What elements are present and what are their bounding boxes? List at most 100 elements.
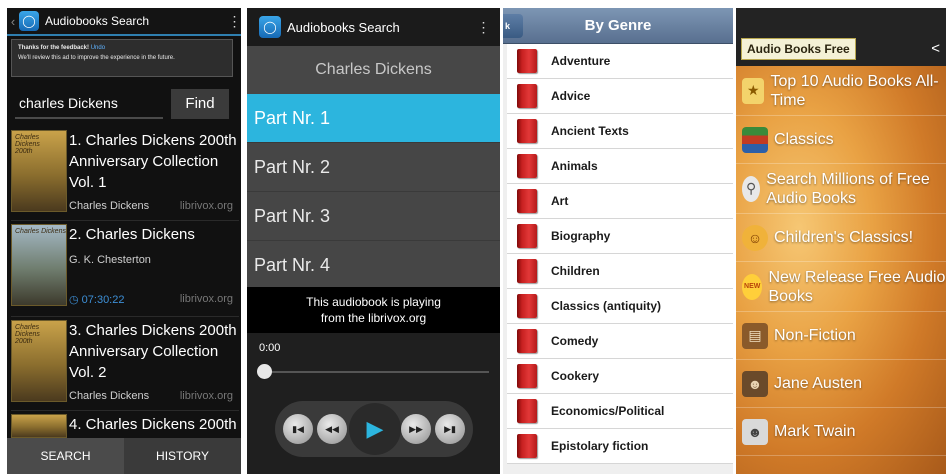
genre-label: Classics (antiquity) [551, 299, 662, 313]
result-title: 1. Charles Dickens 200th Anniversary Col… [69, 132, 237, 191]
menu-item-childrens[interactable]: ☺ Children's Classics! [736, 214, 946, 262]
play-icon[interactable]: ▶ [349, 403, 401, 455]
tab-history[interactable]: HISTORY [124, 438, 241, 474]
back-chevron-icon[interactable]: ‹ [7, 14, 19, 29]
genre-item[interactable]: Cookery [507, 359, 733, 394]
menu-item-mark-twain[interactable]: ☻ Mark Twain [736, 408, 946, 456]
genre-label: Biography [551, 229, 611, 243]
genre-item[interactable]: Children [507, 254, 733, 289]
headphones-app-icon: ◯ [259, 16, 281, 38]
find-button[interactable]: Find [171, 89, 229, 119]
book-cover-thumbnail: Charles Dickens [11, 224, 67, 306]
genre-item[interactable]: Art [507, 184, 733, 219]
list-divider [11, 220, 239, 221]
book-cover-thumbnail: Charles Dickens 200th [11, 320, 67, 402]
action-bar: ◯ Audiobooks Search ⋮ [247, 8, 500, 46]
book-cover-thumbnail [11, 414, 67, 438]
menu-list: ★ Top 10 Audio Books All-Time Classics ⚲… [736, 66, 946, 474]
book-icon [517, 329, 537, 353]
genre-item[interactable]: Animals [507, 149, 733, 184]
search-row: charles Dickens Find [7, 89, 241, 119]
book-icon [517, 49, 537, 73]
menu-item-top10[interactable]: ★ Top 10 Audio Books All-Time [736, 66, 946, 116]
genre-label: Advice [551, 89, 591, 103]
genre-item[interactable]: Adventure [507, 44, 733, 79]
genre-list: Adventure Advice Ancient Texts Animals A… [503, 44, 733, 464]
result-item[interactable]: Charles Dickens 200th 3. Charles Dickens 2… [11, 320, 239, 408]
search-input[interactable]: charles Dickens [15, 89, 163, 119]
screenshot-collage: ‹ ◯ Audiobooks Search ⋮ Thanks for the f… [0, 0, 948, 474]
transport-controls: ▮◀ ◀◀ ▶ ▶▶ ▶▮ [275, 401, 473, 457]
genre-item[interactable]: Comedy [507, 324, 733, 359]
player-screen: ◯ Audiobooks Search ⋮ Charles Dickens Pa… [247, 8, 500, 474]
book-icon [517, 259, 537, 283]
menu-item-new-release[interactable]: NEW New Release Free Audio Books [736, 262, 946, 312]
bottom-tab-bar: SEARCH HISTORY [7, 438, 241, 474]
genre-item[interactable]: Epistolary fiction [507, 429, 733, 464]
action-bar: ‹ ◯ Audiobooks Search ⋮ [7, 8, 241, 36]
overflow-menu-icon[interactable]: ⋮ [476, 19, 491, 36]
genre-label: Ancient Texts [551, 124, 629, 138]
page-title: By Genre [584, 17, 652, 34]
part-item-4[interactable]: Part Nr. 4 [247, 241, 500, 290]
part-item-1[interactable]: Part Nr. 1 [247, 94, 500, 143]
skip-next-icon[interactable]: ▶▮ [435, 414, 465, 444]
seek-handle[interactable] [257, 364, 272, 379]
genre-label: Economics/Political [551, 404, 665, 418]
action-bar: Audio Books Free < [736, 8, 946, 66]
result-title: 3. Charles Dickens 200th Anniversary Col… [69, 322, 237, 381]
result-item[interactable]: 4. Charles Dickens 200th [11, 414, 239, 438]
menu-item-label: Classics [774, 131, 834, 148]
search-icon: ⚲ [742, 175, 761, 202]
result-source: librivox.org [179, 293, 233, 305]
genre-item[interactable]: Biography [507, 219, 733, 254]
book-icon [517, 224, 537, 248]
result-source: librivox.org [179, 390, 233, 402]
menu-item-classics[interactable]: Classics [736, 116, 946, 164]
books-icon [742, 126, 768, 153]
navigation-bar: k By Genre [503, 8, 733, 44]
ad-feedback-banner: Thanks for the feedback! Undo We'll revi… [11, 39, 233, 77]
app-title: Audiobooks Search [287, 19, 400, 35]
elapsed-time: 0:00 [259, 342, 281, 354]
genre-item[interactable]: Ancient Texts [507, 114, 733, 149]
result-item[interactable]: Charles Dickens 2. Charles Dickens G. K.… [11, 224, 239, 312]
player-controls-area: 0:00 ▮◀ ◀◀ ▶ ▶▶ ▶▮ [247, 333, 500, 474]
part-item-3[interactable]: Part Nr. 3 [247, 192, 500, 241]
part-item-2[interactable]: Part Nr. 2 [247, 143, 500, 192]
genre-label: Epistolary fiction [551, 439, 649, 453]
menu-item-label: Mark Twain [774, 423, 856, 440]
now-playing-line1: This audiobook is playing [306, 295, 441, 309]
genre-item[interactable]: Advice [507, 79, 733, 114]
result-title: 2. Charles Dickens [69, 226, 195, 243]
portrait-icon: ☻ [742, 418, 768, 445]
menu-item-jane-austen[interactable]: ☻ Jane Austen [736, 360, 946, 408]
menu-item-search[interactable]: ⚲ Search Millions of Free Audio Books [736, 164, 946, 214]
book-icon [517, 399, 537, 423]
menu-item-label: Jane Austen [774, 375, 863, 392]
back-button[interactable]: k [503, 14, 523, 38]
search-screen: ‹ ◯ Audiobooks Search ⋮ Thanks for the f… [7, 8, 241, 474]
list-divider [11, 410, 239, 411]
result-duration-value: 07:30:22 [81, 294, 125, 306]
result-item[interactable]: Charles Dickens 200th 1. Charles Dickens 2… [11, 130, 239, 218]
book-icon [517, 84, 537, 108]
fast-forward-icon[interactable]: ▶▶ [401, 414, 431, 444]
rewind-icon[interactable]: ◀◀ [317, 414, 347, 444]
now-playing-banner: This audiobook is playing from the libri… [247, 287, 500, 333]
tab-search[interactable]: SEARCH [7, 438, 124, 474]
new-badge-icon: NEW [742, 273, 763, 300]
genre-item[interactable]: Economics/Political [507, 394, 733, 429]
app-logo: Audio Books Free [741, 38, 856, 60]
ad-undo-link[interactable]: Undo [91, 45, 105, 51]
result-duration: ◷ 07:30:22 [69, 293, 124, 306]
seek-bar[interactable] [265, 371, 489, 373]
portrait-icon: ☻ [742, 370, 768, 397]
menu-item-nonfiction[interactable]: ▤ Non-Fiction [736, 312, 946, 360]
share-icon[interactable]: < [931, 40, 940, 57]
overflow-menu-icon[interactable]: ⋮ [227, 13, 242, 30]
genre-label: Children [551, 264, 600, 278]
genre-screen: k By Genre Adventure Advice Ancient Text… [503, 8, 733, 474]
genre-item[interactable]: Classics (antiquity) [507, 289, 733, 324]
skip-previous-icon[interactable]: ▮◀ [283, 414, 313, 444]
